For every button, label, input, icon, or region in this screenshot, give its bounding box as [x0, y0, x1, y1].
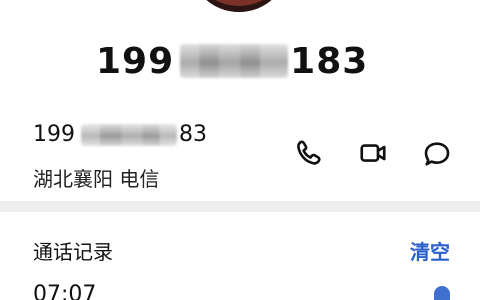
header-phone-number: 199 183: [96, 36, 368, 86]
contact-number-prefix: 199: [33, 122, 75, 147]
contact-detail-screen: 199 183 199 83 湖北襄阳 电信 通话记录 清空 07:07: [0, 0, 480, 300]
clear-records-button[interactable]: 清空: [410, 236, 450, 265]
call-record-time: 07:07: [33, 282, 97, 300]
contact-avatar: [189, 0, 289, 12]
header-number-suffix: 183: [290, 40, 369, 82]
contact-phone-number: 199 83: [33, 122, 207, 147]
message-icon: [424, 142, 450, 166]
message-button[interactable]: [420, 136, 454, 170]
call-button[interactable]: [292, 136, 326, 170]
video-call-icon: [360, 144, 386, 162]
header-number-prefix: 199: [96, 40, 175, 82]
record-indicator: [434, 286, 450, 300]
number-redaction-mask: [81, 123, 177, 146]
section-divider: [0, 201, 480, 212]
contact-number-suffix: 83: [179, 122, 207, 147]
video-call-button[interactable]: [356, 136, 390, 170]
number-redaction-mask: [180, 44, 289, 78]
contact-location: 湖北襄阳 电信: [33, 167, 160, 191]
contact-actions: [292, 136, 454, 170]
phone-icon: [297, 140, 321, 165]
call-records-title: 通话记录: [33, 240, 113, 264]
